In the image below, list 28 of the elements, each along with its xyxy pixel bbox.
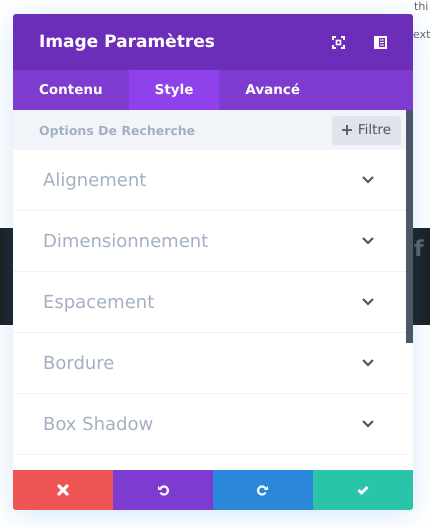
plus-icon: [342, 125, 352, 135]
save-button[interactable]: [313, 470, 413, 510]
fullscreen-icon[interactable]: [332, 36, 345, 48]
chevron-icon: [362, 237, 374, 245]
scrollbar[interactable]: [406, 110, 413, 343]
chevron-icon: [362, 298, 374, 306]
chevron-icon: [362, 420, 374, 428]
close-icon: [57, 484, 69, 496]
undo-button[interactable]: [113, 470, 213, 510]
redo-icon: [257, 484, 269, 496]
section-toggle[interactable]: Box Shadow: [13, 394, 406, 455]
search-field[interactable]: Options De Recherche: [39, 122, 239, 138]
check-icon: [357, 484, 369, 496]
undo-icon: [157, 484, 169, 496]
tab[interactable]: Avancé: [219, 70, 326, 110]
cancel-button[interactable]: [13, 470, 113, 510]
section-toggle[interactable]: Bordure: [13, 333, 406, 394]
chevron-icon: [362, 359, 374, 367]
tab[interactable]: Contenu: [13, 70, 129, 110]
sidebar-icon[interactable]: [374, 36, 387, 48]
body-text: ext: [413, 28, 430, 42]
chevron-icon: [362, 176, 374, 184]
redo-button[interactable]: [213, 470, 313, 510]
letter-icon: f: [414, 236, 424, 264]
filter-button[interactable]: Filtre: [332, 116, 401, 144]
tab[interactable]: Style: [128, 70, 220, 110]
window-title: Image Paramètres: [39, 32, 215, 52]
body-text: thi: [414, 0, 428, 14]
